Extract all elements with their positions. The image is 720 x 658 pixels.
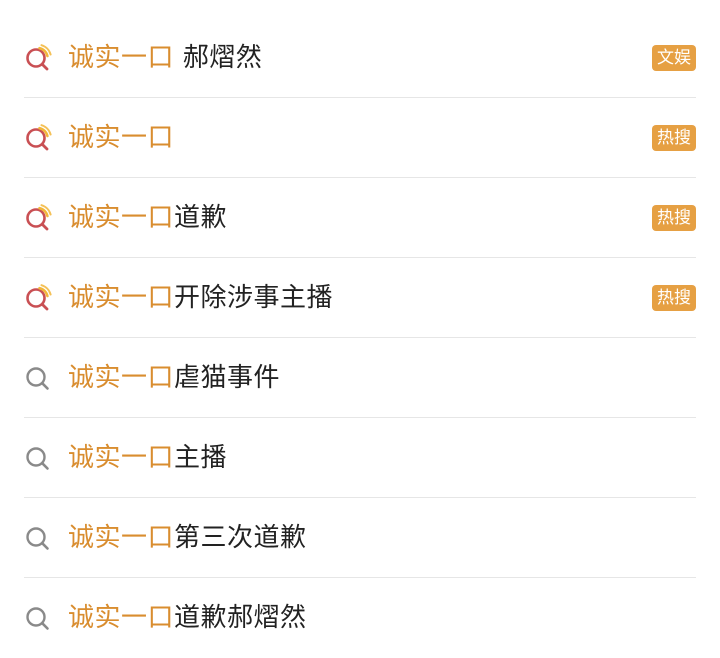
suggestion-keyword: 诚实一口	[68, 442, 175, 473]
suggestion-text: 诚实一口	[68, 123, 174, 153]
suggestion-row[interactable]: 诚实一口 热搜	[24, 98, 696, 178]
suggestion-keyword: 诚实一口	[68, 122, 175, 153]
hot-search-icon	[24, 203, 52, 232]
search-icon	[24, 364, 52, 392]
suggestion-rest: 第三次道歉	[174, 522, 307, 553]
suggestion-rest: 开除涉事主播	[174, 282, 334, 313]
hot-badge: 热搜	[652, 204, 696, 231]
suggestion-row[interactable]: 诚实一口主播	[24, 418, 696, 498]
suggestion-text: 诚实一口虐猫事件	[68, 363, 280, 393]
suggestion-text: 诚实一口主播	[68, 443, 227, 473]
suggestion-keyword: 诚实一口	[68, 282, 175, 313]
suggestion-text: 诚实一口道歉	[68, 203, 227, 233]
suggestion-keyword: 诚实一口	[68, 362, 175, 393]
suggestion-row[interactable]: 诚实一口第三次道歉	[24, 498, 696, 578]
hot-search-icon	[24, 123, 52, 152]
suggestion-text: 诚实一口 郝熠然	[68, 43, 262, 73]
hot-search-icon	[24, 283, 52, 312]
suggestion-rest: 主播	[174, 442, 228, 473]
suggestion-rest: 道歉	[174, 202, 228, 233]
category-badge: 文娱	[652, 44, 696, 71]
suggestion-row[interactable]: 诚实一口道歉郝熠然	[24, 578, 696, 658]
search-icon	[24, 604, 52, 632]
suggestion-rest: 郝熠然	[174, 42, 263, 73]
suggestion-keyword: 诚实一口	[68, 522, 175, 553]
suggestion-text: 诚实一口开除涉事主播	[68, 283, 333, 313]
suggestion-row[interactable]: 诚实一口开除涉事主播 热搜	[24, 258, 696, 338]
suggestion-row[interactable]: 诚实一口道歉 热搜	[24, 178, 696, 258]
suggestion-keyword: 诚实一口	[68, 42, 175, 73]
hot-badge: 热搜	[652, 284, 696, 311]
suggestion-row[interactable]: 诚实一口虐猫事件	[24, 338, 696, 418]
suggestion-rest: 道歉郝熠然	[174, 603, 307, 633]
search-icon	[24, 524, 52, 552]
suggestion-rest: 虐猫事件	[174, 362, 281, 393]
search-suggestion-list: 诚实一口 郝熠然 文娱 诚实一口 热搜 诚实一口道歉 热搜 诚实一口开除涉事主播…	[0, 0, 720, 654]
suggestion-keyword: 诚实一口	[68, 603, 175, 633]
hot-badge: 热搜	[652, 124, 696, 151]
suggestion-row[interactable]: 诚实一口 郝熠然 文娱	[24, 18, 696, 98]
suggestion-text: 诚实一口第三次道歉	[68, 523, 307, 553]
hot-search-icon	[24, 43, 52, 72]
suggestion-text: 诚实一口道歉郝熠然	[68, 603, 307, 633]
search-icon	[24, 444, 52, 472]
suggestion-keyword: 诚实一口	[68, 202, 175, 233]
